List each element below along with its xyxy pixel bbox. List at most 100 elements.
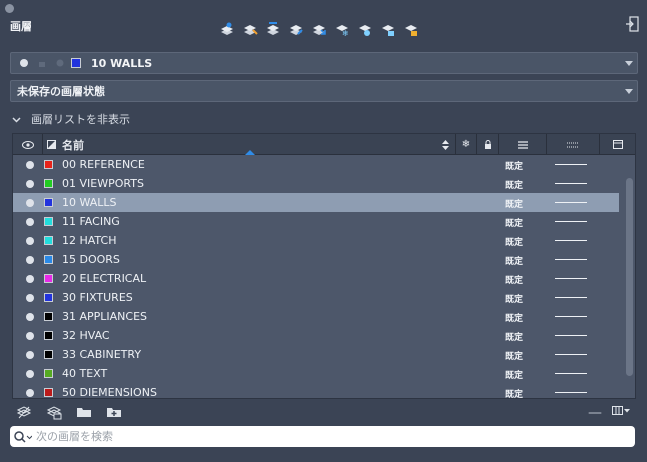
table-row[interactable]: 12 HATCH 既定 bbox=[13, 231, 619, 250]
layer-freeze-icon[interactable]: ❄ bbox=[333, 20, 351, 38]
layer-linetype[interactable]: 既定 bbox=[505, 368, 523, 381]
visibility-column-header[interactable] bbox=[13, 134, 43, 155]
table-row[interactable]: 32 HVAC 既定 bbox=[13, 326, 619, 345]
column-settings-header[interactable] bbox=[600, 134, 635, 155]
lineweight-sample[interactable] bbox=[555, 221, 587, 222]
window-close-dot[interactable] bbox=[5, 4, 14, 13]
layer-linetype[interactable]: 既定 bbox=[505, 254, 523, 267]
table-row[interactable]: 00 REFERENCE 既定 bbox=[13, 155, 619, 174]
bulb-on-icon[interactable] bbox=[26, 237, 34, 245]
new-folder-icon[interactable] bbox=[106, 404, 122, 420]
bulb-on-icon[interactable] bbox=[26, 161, 34, 169]
layer-color-swatch[interactable] bbox=[44, 312, 53, 321]
layer-color-swatch[interactable] bbox=[44, 350, 53, 359]
layer-previous-icon[interactable] bbox=[241, 20, 259, 38]
chevron-down-icon bbox=[624, 408, 630, 412]
lineweight-sample[interactable] bbox=[555, 240, 587, 241]
table-row[interactable]: 50 DIEMENSIONS 既定 bbox=[13, 383, 619, 402]
bulb-on-icon[interactable] bbox=[26, 256, 34, 264]
table-row[interactable]: 01 VIEWPORTS 既定 bbox=[13, 174, 619, 193]
layer-linetype[interactable]: 既定 bbox=[505, 216, 523, 229]
layer-color-swatch[interactable] bbox=[44, 236, 53, 245]
lineweight-sample[interactable] bbox=[555, 278, 587, 279]
table-row[interactable]: 11 FACING 既定 bbox=[13, 212, 619, 231]
layer-linetype[interactable]: 既定 bbox=[505, 292, 523, 305]
table-row[interactable]: 30 FIXTURES 既定 bbox=[13, 288, 619, 307]
layer-color-swatch[interactable] bbox=[44, 198, 53, 207]
table-row[interactable]: 15 DOORS 既定 bbox=[13, 250, 619, 269]
column-options-button[interactable] bbox=[612, 406, 630, 415]
lineweight-sample[interactable] bbox=[555, 259, 587, 260]
layer-linetype[interactable]: 既定 bbox=[505, 311, 523, 324]
lineweight-sample[interactable] bbox=[555, 373, 587, 374]
layer-unisolate-icon[interactable] bbox=[310, 20, 328, 38]
layer-linetype[interactable]: 既定 bbox=[505, 159, 523, 172]
vertical-scrollbar[interactable] bbox=[626, 178, 633, 376]
layer-name: 31 APPLIANCES bbox=[62, 310, 148, 323]
layer-color-swatch[interactable] bbox=[44, 331, 53, 340]
layer-match-icon[interactable] bbox=[218, 20, 236, 38]
folder-icon[interactable] bbox=[76, 404, 92, 420]
layer-unlock-icon[interactable] bbox=[402, 20, 420, 38]
layer-linetype[interactable]: 既定 bbox=[505, 178, 523, 191]
layer-isolate-icon[interactable] bbox=[287, 20, 305, 38]
current-layer-dropdown[interactable]: 10 WALLS bbox=[10, 52, 638, 74]
layer-color-swatch[interactable] bbox=[44, 160, 53, 169]
table-row[interactable]: 31 APPLIANCES 既定 bbox=[13, 307, 619, 326]
search-icon bbox=[14, 430, 32, 443]
bulb-on-icon[interactable] bbox=[26, 370, 34, 378]
layer-color-swatch[interactable] bbox=[44, 274, 53, 283]
chevron-down-icon[interactable] bbox=[625, 61, 633, 66]
chevron-down-icon[interactable] bbox=[625, 89, 633, 94]
lineweight-sample[interactable] bbox=[555, 354, 587, 355]
layer-stack-icon[interactable] bbox=[16, 404, 32, 420]
lock-column-header[interactable] bbox=[477, 134, 499, 155]
layer-linetype[interactable]: 既定 bbox=[505, 330, 523, 343]
table-row[interactable]: 10 WALLS 既定 bbox=[13, 193, 619, 212]
new-layer-vp-icon[interactable] bbox=[46, 404, 62, 420]
layer-color-swatch[interactable] bbox=[44, 217, 53, 226]
table-row[interactable]: 20 ELECTRICAL 既定 bbox=[13, 269, 619, 288]
linetype-column-header[interactable] bbox=[499, 134, 547, 155]
layer-linetype[interactable]: 既定 bbox=[505, 349, 523, 362]
lineweight-column-header[interactable] bbox=[547, 134, 600, 155]
bulb-on-icon[interactable] bbox=[26, 199, 34, 207]
bulb-on-icon[interactable] bbox=[26, 351, 34, 359]
color-column-icon bbox=[47, 140, 56, 149]
layer-linetype[interactable]: 既定 bbox=[505, 235, 523, 248]
bulb-on-icon[interactable] bbox=[26, 313, 34, 321]
lineweight-sample[interactable] bbox=[555, 164, 587, 165]
search-input[interactable] bbox=[36, 430, 596, 443]
layer-linetype[interactable]: 既定 bbox=[505, 197, 523, 210]
hide-layer-list-toggle[interactable]: 画層リストを非表示 bbox=[12, 111, 130, 127]
layer-off-icon[interactable] bbox=[356, 20, 374, 38]
lineweight-sample[interactable] bbox=[555, 392, 587, 393]
bulb-on-icon[interactable] bbox=[26, 294, 34, 302]
exit-icon[interactable] bbox=[625, 16, 639, 32]
minus-button[interactable]: — bbox=[588, 405, 602, 421]
layer-walk-icon[interactable] bbox=[264, 20, 282, 38]
bulb-on-icon[interactable] bbox=[26, 275, 34, 283]
lineweight-sample[interactable] bbox=[555, 335, 587, 336]
layer-color-swatch[interactable] bbox=[44, 179, 53, 188]
lineweight-sample[interactable] bbox=[555, 183, 587, 184]
layer-color-swatch[interactable] bbox=[44, 369, 53, 378]
bulb-on-icon[interactable] bbox=[26, 389, 34, 397]
table-row[interactable]: 40 TEXT 既定 bbox=[13, 364, 619, 383]
layer-color-swatch[interactable] bbox=[44, 255, 53, 264]
layer-linetype[interactable]: 既定 bbox=[505, 273, 523, 286]
layer-linetype[interactable]: 既定 bbox=[505, 387, 523, 400]
layer-lock-icon[interactable] bbox=[379, 20, 397, 38]
bulb-on-icon[interactable] bbox=[26, 332, 34, 340]
layer-search-box[interactable] bbox=[10, 426, 635, 447]
lineweight-sample[interactable] bbox=[555, 297, 587, 298]
bulb-on-icon[interactable] bbox=[26, 180, 34, 188]
freeze-column-header[interactable]: ❄ bbox=[456, 134, 477, 155]
lineweight-sample[interactable] bbox=[555, 202, 587, 203]
bulb-on-icon[interactable] bbox=[26, 218, 34, 226]
layer-color-swatch[interactable] bbox=[44, 293, 53, 302]
table-row[interactable]: 33 CABINETRY 既定 bbox=[13, 345, 619, 364]
layer-state-dropdown[interactable]: 未保存の画層状態 bbox=[10, 80, 638, 102]
layer-color-swatch[interactable] bbox=[44, 388, 53, 397]
lineweight-sample[interactable] bbox=[555, 316, 587, 317]
